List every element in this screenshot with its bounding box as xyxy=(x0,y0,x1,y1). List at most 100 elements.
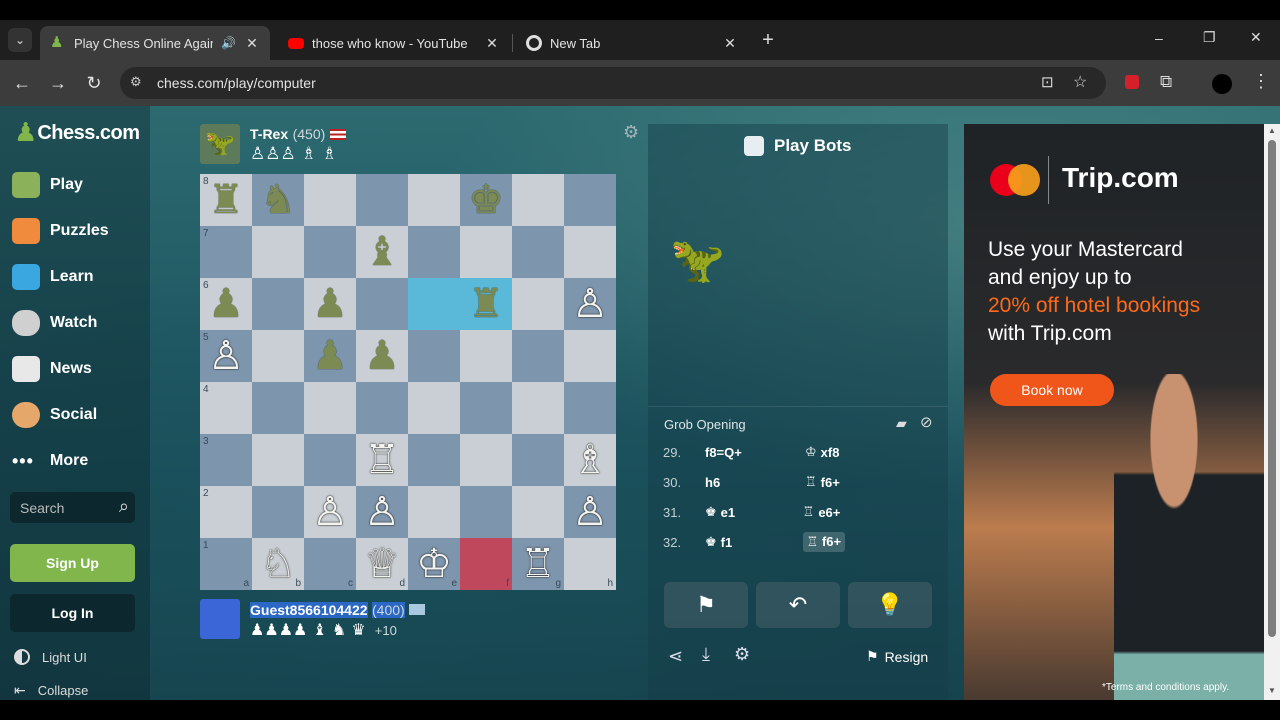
square-g3[interactable] xyxy=(512,434,564,486)
opening-name[interactable]: Grob Opening xyxy=(664,417,746,432)
square-b2[interactable] xyxy=(252,486,304,538)
square-c1[interactable]: c xyxy=(304,538,356,590)
square-g8[interactable] xyxy=(512,174,564,226)
square-f3[interactable] xyxy=(460,434,512,486)
sidebar-item-puzzles[interactable]: Puzzles xyxy=(12,216,109,246)
piece-d1[interactable]: ♕ xyxy=(356,538,408,590)
piece-f8[interactable]: ♚ xyxy=(460,174,512,226)
square-e8[interactable] xyxy=(408,174,460,226)
piece-g1[interactable]: ♖ xyxy=(512,538,564,590)
sidebar-item-social[interactable]: Social xyxy=(12,400,97,430)
new-tab-button[interactable]: + xyxy=(758,28,778,52)
site-settings-icon[interactable]: ⚙ xyxy=(130,74,142,90)
square-e7[interactable] xyxy=(408,226,460,278)
reload-icon[interactable]: ↻ xyxy=(82,71,106,95)
sign-up-button[interactable]: Sign Up xyxy=(10,544,135,582)
sidebar-item-learn[interactable]: Learn xyxy=(12,262,94,292)
black-move[interactable]: xf8 xyxy=(821,445,891,460)
piece-c6[interactable]: ♟ xyxy=(304,278,356,330)
current-move[interactable]: ♖ f6+ xyxy=(802,532,846,552)
square-b6[interactable] xyxy=(252,278,304,330)
piece-d7[interactable]: ♝ xyxy=(356,226,408,278)
piece-e1[interactable]: ♔ xyxy=(408,538,460,590)
scroll-down-icon[interactable]: ▼ xyxy=(1268,686,1276,695)
square-c3[interactable] xyxy=(304,434,356,486)
square-h1[interactable]: h xyxy=(564,538,616,590)
square-e5[interactable] xyxy=(408,330,460,382)
white-move[interactable]: h6 xyxy=(705,475,805,490)
square-a3[interactable]: 3 xyxy=(200,434,252,486)
black-move[interactable]: e6+ xyxy=(818,505,888,520)
menu-kebab-icon[interactable]: ⋮ xyxy=(1252,71,1270,92)
square-b7[interactable] xyxy=(252,226,304,278)
square-f5[interactable] xyxy=(460,330,512,382)
white-move[interactable]: e1 xyxy=(721,505,803,520)
download-icon[interactable]: ⤓ xyxy=(702,644,710,665)
piece-h6[interactable]: ♙ xyxy=(564,278,616,330)
square-c7[interactable] xyxy=(304,226,356,278)
square-c4[interactable] xyxy=(304,382,356,434)
square-h8[interactable] xyxy=(564,174,616,226)
bookmark-star-icon[interactable]: ☆ xyxy=(1073,72,1087,92)
log-in-button[interactable]: Log In xyxy=(10,594,135,632)
square-f4[interactable] xyxy=(460,382,512,434)
square-e2[interactable] xyxy=(408,486,460,538)
piece-h2[interactable]: ♙ xyxy=(564,486,616,538)
speaker-icon[interactable]: 🔊 xyxy=(221,36,236,50)
square-e4[interactable] xyxy=(408,382,460,434)
book-now-button[interactable]: Book now xyxy=(990,374,1114,406)
piece-d5[interactable]: ♟ xyxy=(356,330,408,382)
search-icon[interactable]: ⌕ xyxy=(119,496,129,517)
square-e6[interactable] xyxy=(408,278,460,330)
takeback-button[interactable]: ↶ xyxy=(756,582,840,628)
board-settings-gear-icon[interactable]: ⚙ xyxy=(623,122,639,143)
piece-c5[interactable]: ♟ xyxy=(304,330,356,382)
square-a4[interactable]: 4 xyxy=(200,382,252,434)
restore-button[interactable]: ❐ xyxy=(1203,29,1216,46)
tab-new-tab[interactable]: New Tab ✕ xyxy=(516,26,748,60)
extension-red-icon[interactable] xyxy=(1125,75,1139,89)
piece-h3[interactable]: ♗ xyxy=(564,434,616,486)
square-g6[interactable] xyxy=(512,278,564,330)
chesscom-logo[interactable]: ♟ Chess.com xyxy=(14,118,140,148)
square-h7[interactable] xyxy=(564,226,616,278)
piece-f6[interactable]: ♜ xyxy=(460,278,512,330)
square-d8[interactable] xyxy=(356,174,408,226)
profile-avatar[interactable] xyxy=(1212,74,1232,94)
square-g7[interactable] xyxy=(512,226,564,278)
url-text[interactable]: chess.com/play/computer xyxy=(157,75,316,91)
scroll-up-icon[interactable]: ▲ xyxy=(1268,126,1276,135)
explore-compass-icon[interactable]: ⊘ xyxy=(920,413,933,431)
piece-d3[interactable]: ♖ xyxy=(356,434,408,486)
forward-icon[interactable]: → xyxy=(46,71,70,95)
piece-b8[interactable]: ♞ xyxy=(252,174,304,226)
square-d6[interactable] xyxy=(356,278,408,330)
chess-board[interactable]: 8 7 6 5 4 3 2 1 a b c d e f g h ♜ ♞ ♚ ♝ ♟ ♟ ♜ ♙ ♙ ♟ ♟ ♖ ♗ ♙ ♙ ♙ ♘ ♕ ♔ ♖ xyxy=(200,174,616,590)
square-b5[interactable] xyxy=(252,330,304,382)
tab-close-icon[interactable]: ✕ xyxy=(484,35,500,52)
square-h4[interactable] xyxy=(564,382,616,434)
opponent-name[interactable]: T-Rex xyxy=(250,126,288,142)
opponent-avatar[interactable]: 🦖 xyxy=(200,124,240,164)
square-a7[interactable]: 7 xyxy=(200,226,252,278)
square-a1[interactable]: 1a xyxy=(200,538,252,590)
settings-gear-icon[interactable]: ⚙ xyxy=(734,644,750,665)
sidebar-item-watch[interactable]: Watch xyxy=(12,308,97,338)
piece-a8[interactable]: ♜ xyxy=(200,174,252,226)
square-g2[interactable] xyxy=(512,486,564,538)
black-move[interactable]: f6+ xyxy=(821,475,891,490)
square-c8[interactable] xyxy=(304,174,356,226)
player-avatar[interactable] xyxy=(200,599,240,639)
square-d4[interactable] xyxy=(356,382,408,434)
light-ui-toggle[interactable]: Light UI xyxy=(14,649,87,665)
minimize-button[interactable]: – xyxy=(1155,30,1163,46)
square-b4[interactable] xyxy=(252,382,304,434)
extensions-puzzle-icon[interactable]: ⧉ xyxy=(1160,72,1172,92)
address-bar[interactable]: ⚙ chess.com/play/computer ⊡ ☆ xyxy=(120,67,1106,99)
square-f2[interactable] xyxy=(460,486,512,538)
collapse-button[interactable]: ⇤ Collapse xyxy=(14,682,88,699)
piece-c2[interactable]: ♙ xyxy=(304,486,356,538)
book-icon[interactable]: ▰ xyxy=(896,415,907,432)
tab-chess[interactable]: ♟ Play Chess Online Against t 🔊 ✕ xyxy=(40,26,270,60)
square-f1[interactable]: f xyxy=(460,538,512,590)
